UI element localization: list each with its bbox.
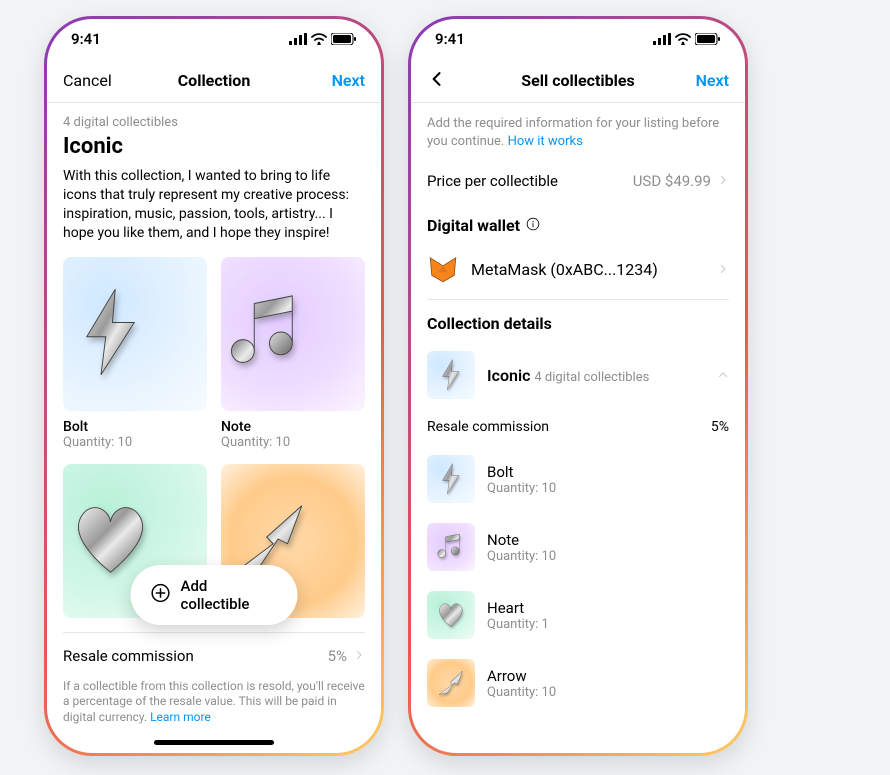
wifi-icon xyxy=(311,33,327,45)
collectible-note[interactable]: Note Quantity: 10 xyxy=(221,257,365,450)
status-time: 9:41 xyxy=(71,30,101,48)
wallet-section-header: Digital wallet xyxy=(427,202,729,243)
plus-circle-icon xyxy=(151,583,171,607)
bolt-icon xyxy=(427,455,475,503)
add-collectible-button[interactable]: Add collectible xyxy=(131,565,298,625)
signal-icon xyxy=(289,33,307,45)
resale-commission-row: Resale commission 5% xyxy=(427,409,729,445)
chevron-right-icon xyxy=(353,647,365,665)
navbar: Sell collectibles Next xyxy=(411,59,745,103)
resale-value: 5% xyxy=(711,419,729,435)
wallet-name: MetaMask (0xABC...1234) xyxy=(471,260,705,279)
resale-label: Resale commission xyxy=(427,419,549,435)
page-title: Sell collectibles xyxy=(521,71,635,90)
signal-icon xyxy=(653,33,671,45)
bolt-icon xyxy=(427,351,475,399)
wifi-icon xyxy=(675,33,691,45)
resale-label: Resale commission xyxy=(63,647,194,665)
price-value: USD $49.99 xyxy=(633,172,711,190)
chevron-right-icon xyxy=(717,172,729,190)
price-row[interactable]: Price per collectible USD $49.99 xyxy=(427,160,729,202)
navbar: Cancel Collection Next xyxy=(47,59,381,103)
resale-commission-row[interactable]: Resale commission 5% xyxy=(63,632,365,679)
collectible-bolt[interactable]: Bolt Quantity: 10 xyxy=(63,257,207,450)
back-button[interactable] xyxy=(427,69,479,93)
arrow-icon xyxy=(427,659,475,707)
info-circle-icon[interactable] xyxy=(526,216,540,235)
wallet-row[interactable]: MetaMask (0xABC...1234) xyxy=(427,243,729,300)
next-button[interactable]: Next xyxy=(677,71,729,90)
chevron-right-icon xyxy=(717,260,729,279)
cancel-button[interactable]: Cancel xyxy=(63,71,115,90)
heart-icon xyxy=(427,591,475,639)
status-time: 9:41 xyxy=(435,30,465,48)
collection-title: Iconic xyxy=(487,366,530,385)
instructions: Add the required information for your li… xyxy=(427,115,729,160)
phone-collection: 9:41 Cancel Collection Next 4 digital co… xyxy=(44,16,384,756)
note-icon xyxy=(427,523,475,571)
list-item-arrow[interactable]: ArrowQuantity: 10 xyxy=(427,649,729,717)
battery-icon xyxy=(331,33,357,45)
metamask-icon xyxy=(427,253,459,285)
resale-value: 5% xyxy=(328,647,347,665)
collection-title: Iconic xyxy=(63,134,365,159)
resale-footnote: If a collectible from this collection is… xyxy=(63,679,365,726)
status-bar: 9:41 xyxy=(411,19,745,59)
list-item-heart[interactable]: HeartQuantity: 1 xyxy=(427,581,729,649)
phone-sell: 9:41 Sell collectibles Next Add the requ… xyxy=(408,16,748,756)
home-indicator[interactable] xyxy=(154,740,274,745)
note-icon xyxy=(221,257,365,411)
collection-section-header: Collection details xyxy=(427,300,729,341)
collection-description: With this collection, I wanted to bring … xyxy=(63,167,365,243)
bolt-icon xyxy=(63,257,207,411)
battery-icon xyxy=(695,33,721,45)
list-item-bolt[interactable]: BoltQuantity: 10 xyxy=(427,445,729,513)
collection-subtitle: 4 digital collectibles xyxy=(534,370,649,385)
page-title: Collection xyxy=(178,71,251,90)
chevron-up-icon xyxy=(717,366,729,385)
how-it-works-link[interactable]: How it works xyxy=(508,134,583,149)
price-label: Price per collectible xyxy=(427,172,558,190)
status-bar: 9:41 xyxy=(47,19,381,59)
next-button[interactable]: Next xyxy=(313,71,365,90)
learn-more-link[interactable]: Learn more xyxy=(150,710,211,724)
list-item-note[interactable]: NoteQuantity: 10 xyxy=(427,513,729,581)
collectible-count: 4 digital collectibles xyxy=(63,115,365,130)
collection-summary-row[interactable]: Iconic 4 digital collectibles xyxy=(427,341,729,409)
